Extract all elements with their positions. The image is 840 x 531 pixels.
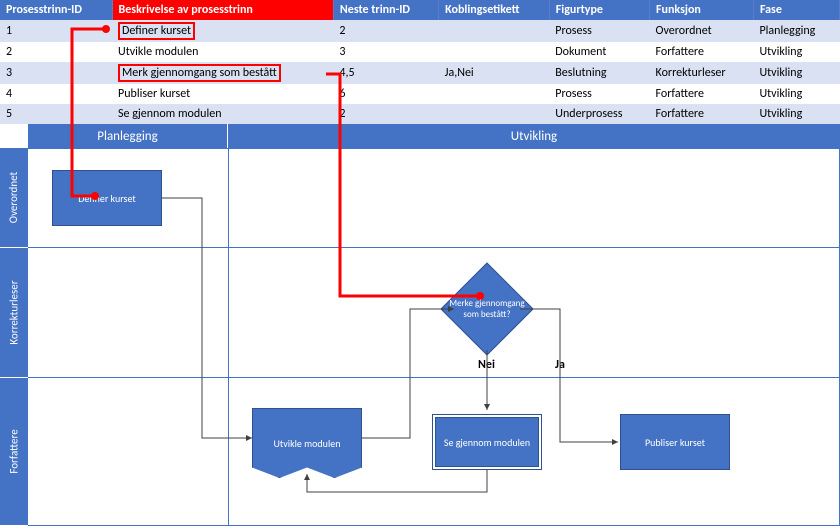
swimlane-diagram: Planlegging Utvikling Overordnet Korrekt… (0, 124, 840, 531)
hdr-conn: Koblingsetikett (439, 0, 550, 20)
table-row: 2Utvikle modulen3DokumentForfattereUtvik… (0, 42, 840, 62)
shape-develop-module: Utvikle modulen (252, 408, 362, 478)
callout-dot-1 (102, 25, 110, 33)
lane-label-korrekturleser: Korrekturleser (0, 248, 28, 378)
table-row: 4Publiser kurset6ProsessForfattereUtvikl… (0, 84, 840, 104)
edge-label-no: Nei (478, 358, 495, 372)
hdr-role: Funksjon (650, 0, 754, 20)
table-row: 1Definer kurset2ProsessOverordnetPlanleg… (0, 20, 840, 42)
lane-label-forfattere: Forfattere (0, 378, 28, 526)
phase-header-dev: Utvikling (228, 124, 840, 148)
table-row: 5Se gjennom modulen2UnderprosessForfatte… (0, 104, 840, 124)
hdr-shape: Figurtype (549, 0, 649, 20)
shape-review-module: Se gjennom modulen (432, 414, 542, 470)
lane-body-1 (28, 248, 840, 378)
hdr-desc: Beskrivelse av prosesstrinn (112, 0, 333, 20)
edge-label-yes: Ja (555, 358, 565, 372)
shape-decision: Merke gjennomgang som bestått? (442, 264, 532, 354)
phase-header-plan: Planlegging (28, 124, 228, 148)
hdr-next: Neste trinn-ID (333, 0, 438, 20)
hdr-phase: Fase (753, 0, 839, 20)
process-table: Prosesstrinn-ID Beskrivelse av prosesstr… (0, 0, 840, 124)
shape-define-course: Definer kurset (52, 170, 162, 226)
table-row: 3Merk gjennomgang som bestått4,5Ja,NeiBe… (0, 62, 840, 84)
phase-separator (228, 148, 229, 526)
shape-publish-course: Publiser kurset (620, 414, 730, 470)
lane-label-overordnet: Overordnet (0, 148, 28, 248)
hdr-id: Prosesstrinn-ID (0, 0, 112, 20)
